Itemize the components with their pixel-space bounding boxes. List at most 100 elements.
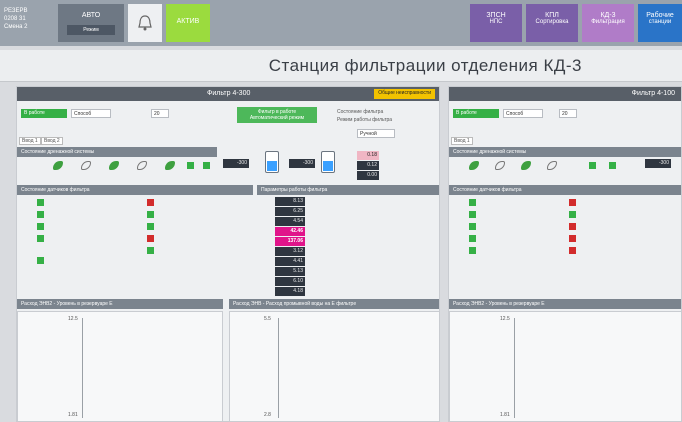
- shift-info: РЕЗЕРВ 0208 31 Смена 2: [4, 8, 28, 30]
- leaf-icon: [547, 161, 557, 170]
- param-value: 5.13: [275, 267, 305, 276]
- sensor-indicator: [569, 235, 576, 242]
- leaf-icon: [469, 161, 479, 170]
- leaf-icon: [165, 161, 175, 170]
- kpl-button[interactable]: КПЛ Сортировка: [526, 4, 578, 42]
- sensor-indicator: [469, 247, 476, 254]
- param-value: 6.10: [275, 277, 305, 286]
- filter-status: Фильтр в работе Автоматический режим: [237, 107, 317, 123]
- panel-title: Фильтр 4-300: [207, 90, 251, 97]
- param-value: 3.12: [275, 247, 305, 256]
- param-value-alert: 137.06: [275, 237, 305, 246]
- tank-icon: [265, 151, 279, 173]
- filter-panel-300: Фильтр 4-300 Общие неисправности В работ…: [16, 86, 440, 422]
- axis-max-label: 12.5: [500, 316, 510, 322]
- drainage-section-header: Состояние дренажной системы: [449, 147, 681, 157]
- mode-select[interactable]: Способ: [71, 109, 111, 118]
- tab-2[interactable]: Ввод 2: [41, 137, 63, 145]
- sensor-indicator: [37, 235, 44, 242]
- chart-header: Расход ЭНВ - Расход промывной воды на Е …: [229, 299, 439, 309]
- sensor-indicator: [147, 235, 154, 242]
- alarm-button[interactable]: Общие неисправности: [374, 89, 435, 99]
- axis-min-label: 1.81: [68, 412, 78, 418]
- param-value: 6.25: [275, 207, 305, 216]
- param-value: 8.13: [275, 197, 305, 206]
- sensor-indicator: [469, 235, 476, 242]
- leaf-icon: [137, 161, 147, 170]
- sensor-indicator: [37, 257, 44, 264]
- axis-min-label: 2.8: [264, 412, 271, 418]
- status-indicator: [609, 162, 616, 169]
- sensor-indicator: [469, 211, 476, 218]
- trend-chart: 12.5 1.81: [449, 311, 681, 421]
- sensor-indicator: [147, 223, 154, 230]
- chart-header: Расход ЭНВ2 - Уровень в резервуаре Е: [449, 299, 681, 309]
- status-indicator: [589, 162, 596, 169]
- sensor-indicator: [569, 211, 576, 218]
- page-title: Станция фильтрации отделения КД-3: [268, 56, 582, 75]
- mode-button[interactable]: В работе: [21, 109, 67, 118]
- workstations-button[interactable]: Рабочие станции: [638, 4, 682, 42]
- panel-header: Фильтр 4-300 Общие неисправности: [17, 87, 439, 101]
- param-value-alert: 42.46: [275, 227, 305, 236]
- value-display: 0.00: [357, 171, 379, 180]
- sensor-indicator: [569, 247, 576, 254]
- value-display: -300: [645, 159, 671, 168]
- tab-1[interactable]: Ввод 1: [19, 137, 41, 145]
- bell-icon[interactable]: [128, 4, 162, 42]
- sensor-section-header: Состояние датчиков фильтра: [17, 185, 253, 195]
- chart-axis: [278, 318, 279, 418]
- state-label: Состояние фильтра: [337, 109, 384, 115]
- status-indicator: [187, 162, 194, 169]
- tab-1[interactable]: Ввод 1: [451, 137, 473, 145]
- trend-chart: 5.5 2.8: [229, 311, 439, 421]
- value-display: -300: [289, 159, 315, 168]
- axis-max-label: 12.5: [68, 316, 78, 322]
- page-title-bar: Станция фильтрации отделения КД-3: [0, 50, 682, 82]
- drainage-section-header: Состояние дренажной системы: [17, 147, 217, 157]
- value-display: 0.12: [357, 161, 379, 170]
- leaf-icon: [495, 161, 505, 170]
- top-bar: РЕЗЕРВ 0208 31 Смена 2 АВТО Режим АКТИВ …: [0, 0, 682, 46]
- auto-mode-button[interactable]: АВТО Режим: [58, 4, 124, 42]
- sensor-indicator: [147, 199, 154, 206]
- sensor-indicator: [469, 199, 476, 206]
- sensor-indicator: [147, 211, 154, 218]
- sensor-indicator: [569, 199, 576, 206]
- chart-header: Расход ЭНВ2 - Уровень в резервуаре Е: [17, 299, 223, 309]
- mode-select[interactable]: Способ: [503, 109, 543, 118]
- chart-axis: [514, 318, 515, 418]
- leaf-icon: [53, 161, 63, 170]
- kd3-button[interactable]: КД-3 Фильтрация: [582, 4, 634, 42]
- drainage-field[interactable]: Ручной: [357, 129, 395, 138]
- count-input[interactable]: 20: [151, 109, 169, 118]
- value-display: -300: [223, 159, 249, 168]
- leaf-icon: [109, 161, 119, 170]
- sensor-indicator: [37, 223, 44, 230]
- status-indicator: [203, 162, 210, 169]
- sensor-indicator: [469, 223, 476, 230]
- zpsn-button[interactable]: ЗПСН НПС: [470, 4, 522, 42]
- active-button[interactable]: АКТИВ: [166, 4, 210, 42]
- chart-axis: [82, 318, 83, 418]
- params-section-header: Параметры работы фильтра: [257, 185, 439, 195]
- panel-header: Фильтр 4-100: [449, 87, 681, 101]
- tank-icon: [321, 151, 335, 173]
- axis-max-label: 5.5: [264, 316, 271, 322]
- sensor-indicator: [569, 223, 576, 230]
- sensor-indicator: [37, 211, 44, 218]
- param-value: 4.54: [275, 217, 305, 226]
- filter-panel-100: Фильтр 4-100 В работе Способ 20 Ввод 1 С…: [448, 86, 682, 422]
- panel-title: Фильтр 4-100: [631, 90, 675, 97]
- trend-chart: 12.5 1.81: [17, 311, 223, 421]
- value-display: 0.18: [357, 151, 379, 160]
- axis-min-label: 1.81: [500, 412, 510, 418]
- leaf-icon: [81, 161, 91, 170]
- count-input[interactable]: 20: [559, 109, 577, 118]
- mode-button[interactable]: В работе: [453, 109, 499, 118]
- param-value: 4.18: [275, 287, 305, 296]
- sensor-indicator: [37, 199, 44, 206]
- leaf-icon: [521, 161, 531, 170]
- param-value: 4.41: [275, 257, 305, 266]
- sensor-indicator: [147, 247, 154, 254]
